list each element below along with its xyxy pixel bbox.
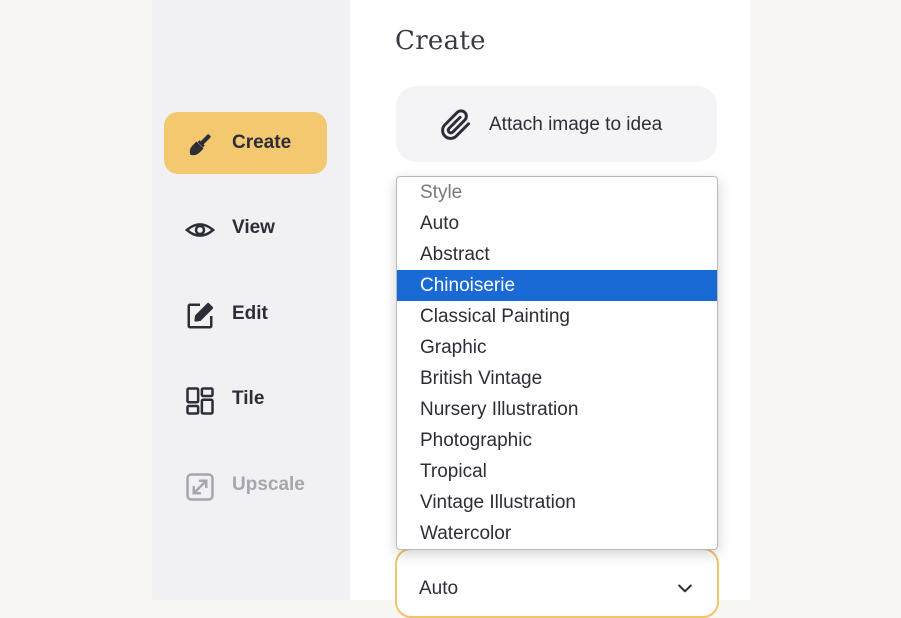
dropdown-option-tropical[interactable]: Tropical: [397, 456, 717, 487]
sidebar-item-create[interactable]: Create: [164, 112, 327, 174]
sidebar-item-tile[interactable]: Tile: [164, 368, 327, 430]
dropdown-header: Style: [420, 182, 463, 203]
sidebar-item-label: View: [232, 217, 275, 238]
dropdown-option-photographic[interactable]: Photographic: [397, 425, 717, 456]
sidebar-item-view[interactable]: View: [164, 197, 327, 259]
style-select-value: Auto: [419, 578, 459, 599]
tile-grid-icon: [184, 385, 216, 417]
dropdown-option-abstract[interactable]: Abstract: [397, 239, 717, 270]
style-select[interactable]: Auto: [395, 548, 719, 618]
dropdown-option-chinoiserie[interactable]: Chinoiserie: [397, 270, 717, 301]
dropdown-option-classical-painting[interactable]: Classical Painting: [397, 301, 717, 332]
page-title: Create: [395, 26, 486, 56]
dropdown-option-vintage-illustration[interactable]: Vintage Illustration: [397, 487, 717, 518]
dropdown-option-nursery-illustration[interactable]: Nursery Illustration: [397, 394, 717, 425]
dropdown-option-auto[interactable]: Auto: [397, 208, 717, 239]
sidebar: Create View Edit Tile Upscale: [152, 0, 350, 600]
edit-icon: [184, 300, 216, 332]
style-dropdown-list: Style Auto Abstract Chinoiserie Classica…: [396, 176, 718, 550]
upscale-icon: [184, 471, 216, 503]
sidebar-item-label: Upscale: [232, 474, 305, 495]
sidebar-item-upscale: Upscale: [164, 454, 327, 516]
eye-icon: [184, 214, 216, 246]
sidebar-item-label: Create: [232, 132, 292, 153]
chevron-down-icon: [675, 578, 695, 598]
sidebar-item-edit[interactable]: Edit: [164, 283, 327, 345]
dropdown-option-watercolor[interactable]: Watercolor: [397, 518, 717, 549]
attach-image-button[interactable]: Attach image to idea: [396, 86, 717, 162]
dropdown-option-graphic[interactable]: Graphic: [397, 332, 717, 363]
dropdown-option-british-vintage[interactable]: British Vintage: [397, 363, 717, 394]
paperclip-icon: [440, 109, 472, 141]
paintbrush-icon: [184, 129, 216, 161]
sidebar-item-label: Tile: [232, 388, 265, 409]
attach-image-label: Attach image to idea: [489, 114, 663, 135]
sidebar-item-label: Edit: [232, 303, 268, 324]
